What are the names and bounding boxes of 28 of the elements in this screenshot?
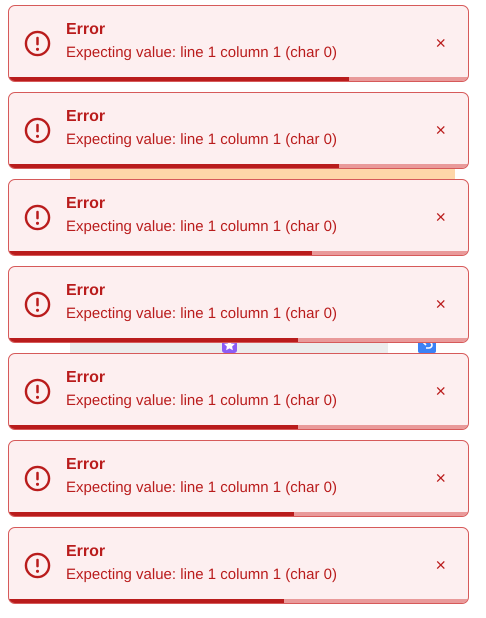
toast-title: Error	[66, 542, 106, 560]
error-icon	[24, 378, 51, 405]
toast-message: Expecting value: line 1 column 1 (char 0)	[66, 130, 338, 148]
toast-message: Expecting value: line 1 column 1 (char 0)	[66, 44, 338, 60]
toast-title: Error	[66, 282, 106, 300]
error-icon	[24, 552, 51, 579]
close-button[interactable]: ×	[431, 381, 450, 402]
error-icon	[24, 465, 51, 492]
toast-title: Error	[66, 368, 106, 386]
toast-message: Expecting value: line 1 column 1 (char 0)	[66, 392, 338, 408]
toast-title: Error	[66, 456, 106, 474]
error-icon	[24, 204, 51, 231]
toast-message: Expecting value: line 1 column 1 (char 0)	[66, 304, 338, 322]
close-button[interactable]: ×	[431, 468, 450, 489]
toast-title: Error	[66, 20, 106, 38]
toast-message: Expecting value: line 1 column 1 (char 0)	[66, 566, 338, 582]
toast-message: Expecting value: line 1 column 1 (char 0)	[66, 218, 338, 234]
toast-title: Error	[66, 194, 106, 212]
close-button[interactable]: ×	[431, 207, 450, 228]
error-icon	[24, 117, 51, 144]
close-button[interactable]: ×	[431, 33, 450, 54]
close-button[interactable]: ×	[431, 294, 450, 315]
error-icon	[24, 291, 51, 318]
close-button[interactable]: ×	[431, 120, 450, 141]
toast-title: Error	[66, 108, 106, 126]
toast-message: Expecting value: line 1 column 1 (char 0)	[66, 478, 338, 496]
close-button[interactable]: ×	[431, 555, 450, 576]
error-icon	[24, 30, 51, 57]
